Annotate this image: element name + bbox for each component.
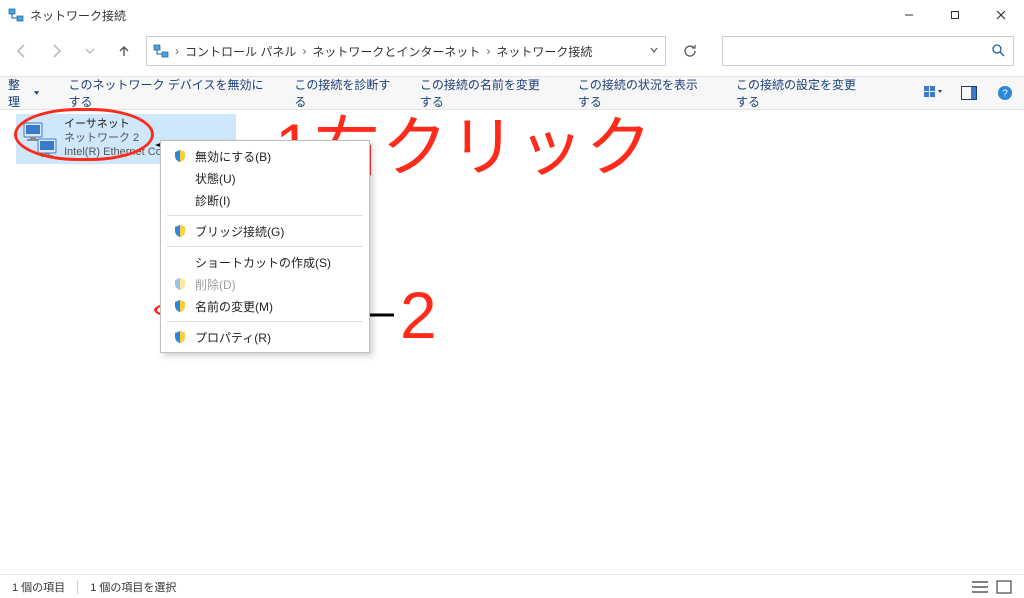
view-options-button[interactable]	[922, 82, 944, 104]
chevron-down-icon	[649, 45, 659, 55]
breadcrumb-sep: ›	[175, 44, 179, 58]
shield-icon	[173, 330, 187, 344]
content-area: イーサネット ネットワーク 2 Intel(R) Ethernet Co... …	[0, 112, 1024, 570]
svg-text:?: ?	[1002, 89, 1008, 100]
search-input[interactable]	[722, 36, 1014, 66]
caret-down-icon	[33, 89, 40, 97]
cmd-disable-device[interactable]: このネットワーク デバイスを無効にする	[69, 76, 267, 110]
address-bar[interactable]: › コントロール パネル › ネットワークとインターネット › ネットワーク接続	[146, 36, 666, 66]
titlebar: ネットワーク接続	[0, 0, 1024, 30]
nav-back-button[interactable]	[10, 39, 34, 63]
shield-icon	[173, 224, 187, 238]
organize-menu[interactable]: 整理	[8, 76, 41, 110]
ctx-delete: 削除(D)	[163, 273, 367, 295]
close-button[interactable]	[978, 0, 1024, 30]
ctx-disable[interactable]: 無効にする(B)	[163, 145, 367, 167]
search-icon	[991, 43, 1005, 57]
help-button[interactable]: ?	[994, 82, 1016, 104]
annotation-text-2: 2	[400, 282, 439, 348]
refresh-button[interactable]	[676, 37, 704, 65]
nav-up-button[interactable]	[112, 39, 136, 63]
nav-forward-button[interactable]	[44, 39, 68, 63]
status-divider	[77, 580, 78, 594]
arrow-left-icon	[13, 42, 31, 60]
context-menu: 無効にする(B) 状態(U) 診断(I) ブリッジ接続(G) ショートカットの作…	[160, 140, 370, 353]
status-item-count: 1 個の項目	[12, 579, 65, 595]
window-title: ネットワーク接続	[30, 7, 126, 24]
arrow-up-icon	[116, 43, 132, 59]
ctx-bridge[interactable]: ブリッジ接続(G)	[163, 220, 367, 242]
large-icons-view-icon[interactable]	[996, 580, 1012, 594]
cmd-view-status[interactable]: この接続の状況を表示する	[578, 76, 708, 110]
ctx-separator	[167, 246, 363, 247]
ctx-properties[interactable]: プロパティ(R)	[163, 326, 367, 348]
maximize-icon	[950, 10, 960, 20]
chevron-down-icon	[84, 45, 96, 57]
view-options-icon	[924, 86, 942, 100]
command-bar: 整理 このネットワーク デバイスを無効にする この接続を診断する この接続の名前…	[0, 76, 1024, 110]
window-controls	[886, 0, 1024, 30]
status-bar: 1 個の項目 1 個の項目を選択	[0, 574, 1024, 598]
nav-row: › コントロール パネル › ネットワークとインターネット › ネットワーク接続	[0, 32, 1024, 70]
ctx-diagnose[interactable]: 診断(I)	[163, 189, 367, 211]
address-dropdown[interactable]	[649, 44, 659, 58]
breadcrumb-root[interactable]: コントロール パネル	[185, 43, 296, 60]
preview-pane-button[interactable]	[958, 82, 980, 104]
breadcrumb-sep: ›	[486, 44, 490, 58]
maximize-button[interactable]	[932, 0, 978, 30]
minimize-icon	[904, 10, 914, 20]
breadcrumb-sep: ›	[302, 44, 306, 58]
cmd-rename[interactable]: この接続の名前を変更する	[420, 76, 550, 110]
arrow-right-icon	[47, 42, 65, 60]
ctx-create-shortcut[interactable]: ショートカットの作成(S)	[163, 251, 367, 273]
breadcrumb-leaf[interactable]: ネットワーク接続	[496, 43, 592, 60]
shield-icon	[173, 149, 187, 163]
refresh-icon	[682, 43, 698, 59]
shield-icon	[173, 299, 187, 313]
ctx-separator	[167, 321, 363, 322]
network-connections-icon	[153, 43, 169, 59]
cmd-diagnose[interactable]: この接続を診断する	[294, 76, 392, 110]
close-icon	[996, 10, 1006, 20]
minimize-button[interactable]	[886, 0, 932, 30]
annotation-circle-1	[14, 108, 154, 161]
preview-pane-icon	[961, 86, 977, 100]
cmd-change-settings[interactable]: この接続の設定を変更する	[736, 76, 866, 110]
help-icon: ?	[997, 85, 1013, 101]
nav-recent-button[interactable]	[78, 39, 102, 63]
breadcrumb-mid[interactable]: ネットワークとインターネット	[312, 43, 480, 60]
status-selected-count: 1 個の項目を選択	[90, 579, 176, 595]
details-view-icon[interactable]	[972, 580, 988, 594]
ctx-rename[interactable]: 名前の変更(M)	[163, 295, 367, 317]
shield-icon	[173, 277, 187, 291]
ctx-status[interactable]: 状態(U)	[163, 167, 367, 189]
ctx-separator	[167, 215, 363, 216]
network-connections-icon	[8, 7, 24, 23]
